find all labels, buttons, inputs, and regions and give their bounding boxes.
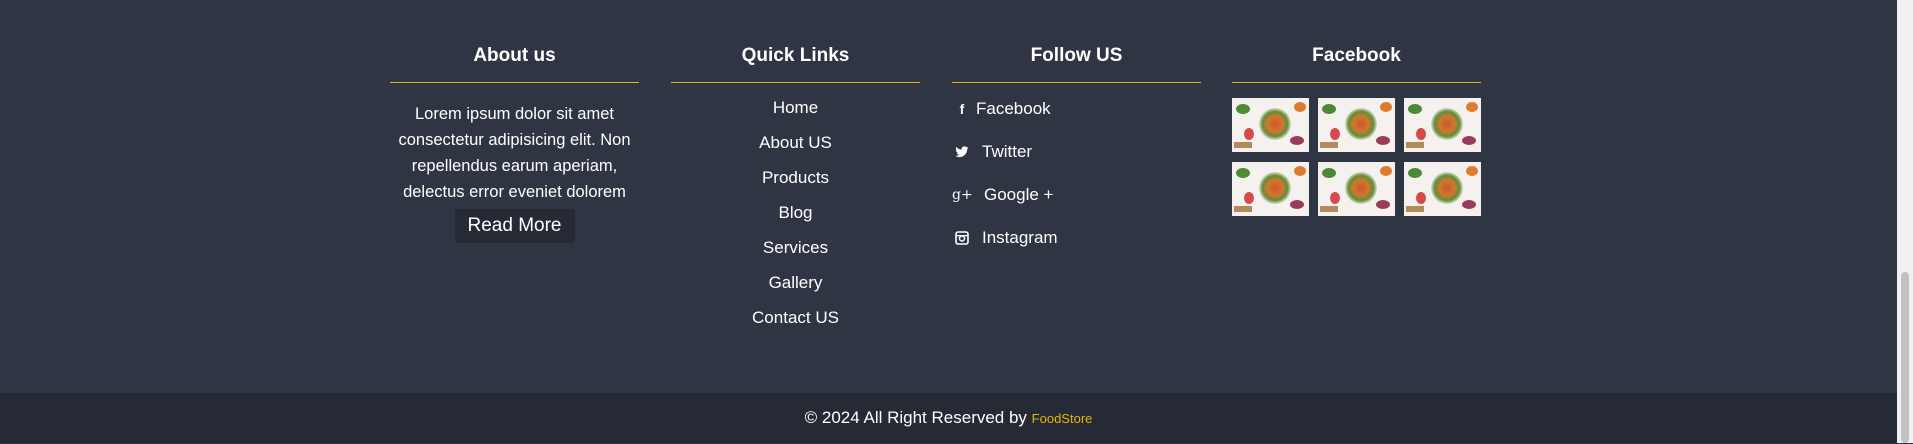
social-label-twitter: Twitter	[982, 142, 1033, 161]
instagram-icon	[952, 228, 972, 250]
social-label-instagram: Instagram	[982, 228, 1058, 247]
facebook-gallery	[1232, 98, 1481, 216]
follow-column: Follow US f Facebook Twitter g+ Google +	[952, 44, 1201, 271]
facebook-column: Facebook	[1232, 44, 1481, 216]
copyright-text: © 2024 All Right Reserved by	[804, 408, 1027, 427]
link-products[interactable]: Products	[671, 168, 920, 203]
gallery-image[interactable]	[1232, 98, 1309, 152]
follow-divider	[952, 82, 1201, 83]
page-scrollbar[interactable]	[1897, 0, 1913, 443]
quick-links-divider	[671, 82, 920, 83]
social-list: f Facebook Twitter g+ Google + Instagram	[952, 99, 1201, 271]
link-about-us[interactable]: About US	[671, 133, 920, 168]
google-plus-icon: g+	[952, 187, 973, 203]
social-item-google-plus[interactable]: g+ Google +	[952, 185, 1201, 228]
facebook-title: Facebook	[1312, 45, 1401, 66]
social-item-instagram[interactable]: Instagram	[952, 228, 1201, 271]
gallery-image[interactable]	[1318, 162, 1395, 216]
twitter-icon	[952, 142, 972, 164]
brand-link[interactable]: FoodStore	[1032, 411, 1093, 426]
link-home[interactable]: Home	[671, 98, 920, 133]
facebook-divider	[1232, 82, 1481, 83]
gallery-image[interactable]	[1318, 98, 1395, 152]
gallery-image[interactable]	[1404, 162, 1481, 216]
gallery-image[interactable]	[1232, 162, 1309, 216]
link-contact-us[interactable]: Contact US	[671, 308, 920, 343]
gallery-image[interactable]	[1404, 98, 1481, 152]
link-blog[interactable]: Blog	[671, 203, 920, 238]
quick-links-list: Home About US Products Blog Services Gal…	[671, 98, 920, 343]
social-item-twitter[interactable]: Twitter	[952, 142, 1201, 185]
social-item-facebook[interactable]: f Facebook	[952, 99, 1201, 142]
quick-links-title: Quick Links	[741, 45, 850, 66]
about-column: About us Lorem ipsum dolor sit amet cons…	[390, 44, 639, 243]
about-title: About us	[473, 45, 556, 66]
about-divider	[390, 82, 639, 83]
follow-title: Follow US	[1030, 45, 1123, 66]
site-footer: About us Lorem ipsum dolor sit amet cons…	[0, 0, 1897, 393]
read-more-button[interactable]: Read More	[454, 209, 575, 243]
social-label-google-plus: Google +	[984, 185, 1054, 204]
social-label-facebook: Facebook	[976, 99, 1051, 118]
quick-links-column: Quick Links Home About US Products Blog …	[671, 44, 920, 343]
copyright-bar: © 2024 All Right Reserved by FoodStore	[0, 393, 1897, 443]
link-services[interactable]: Services	[671, 238, 920, 273]
link-gallery[interactable]: Gallery	[671, 273, 920, 308]
scrollbar-thumb[interactable]	[1901, 272, 1909, 443]
about-text: Lorem ipsum dolor sit amet consectetur a…	[398, 105, 631, 201]
facebook-icon: f	[959, 101, 965, 117]
